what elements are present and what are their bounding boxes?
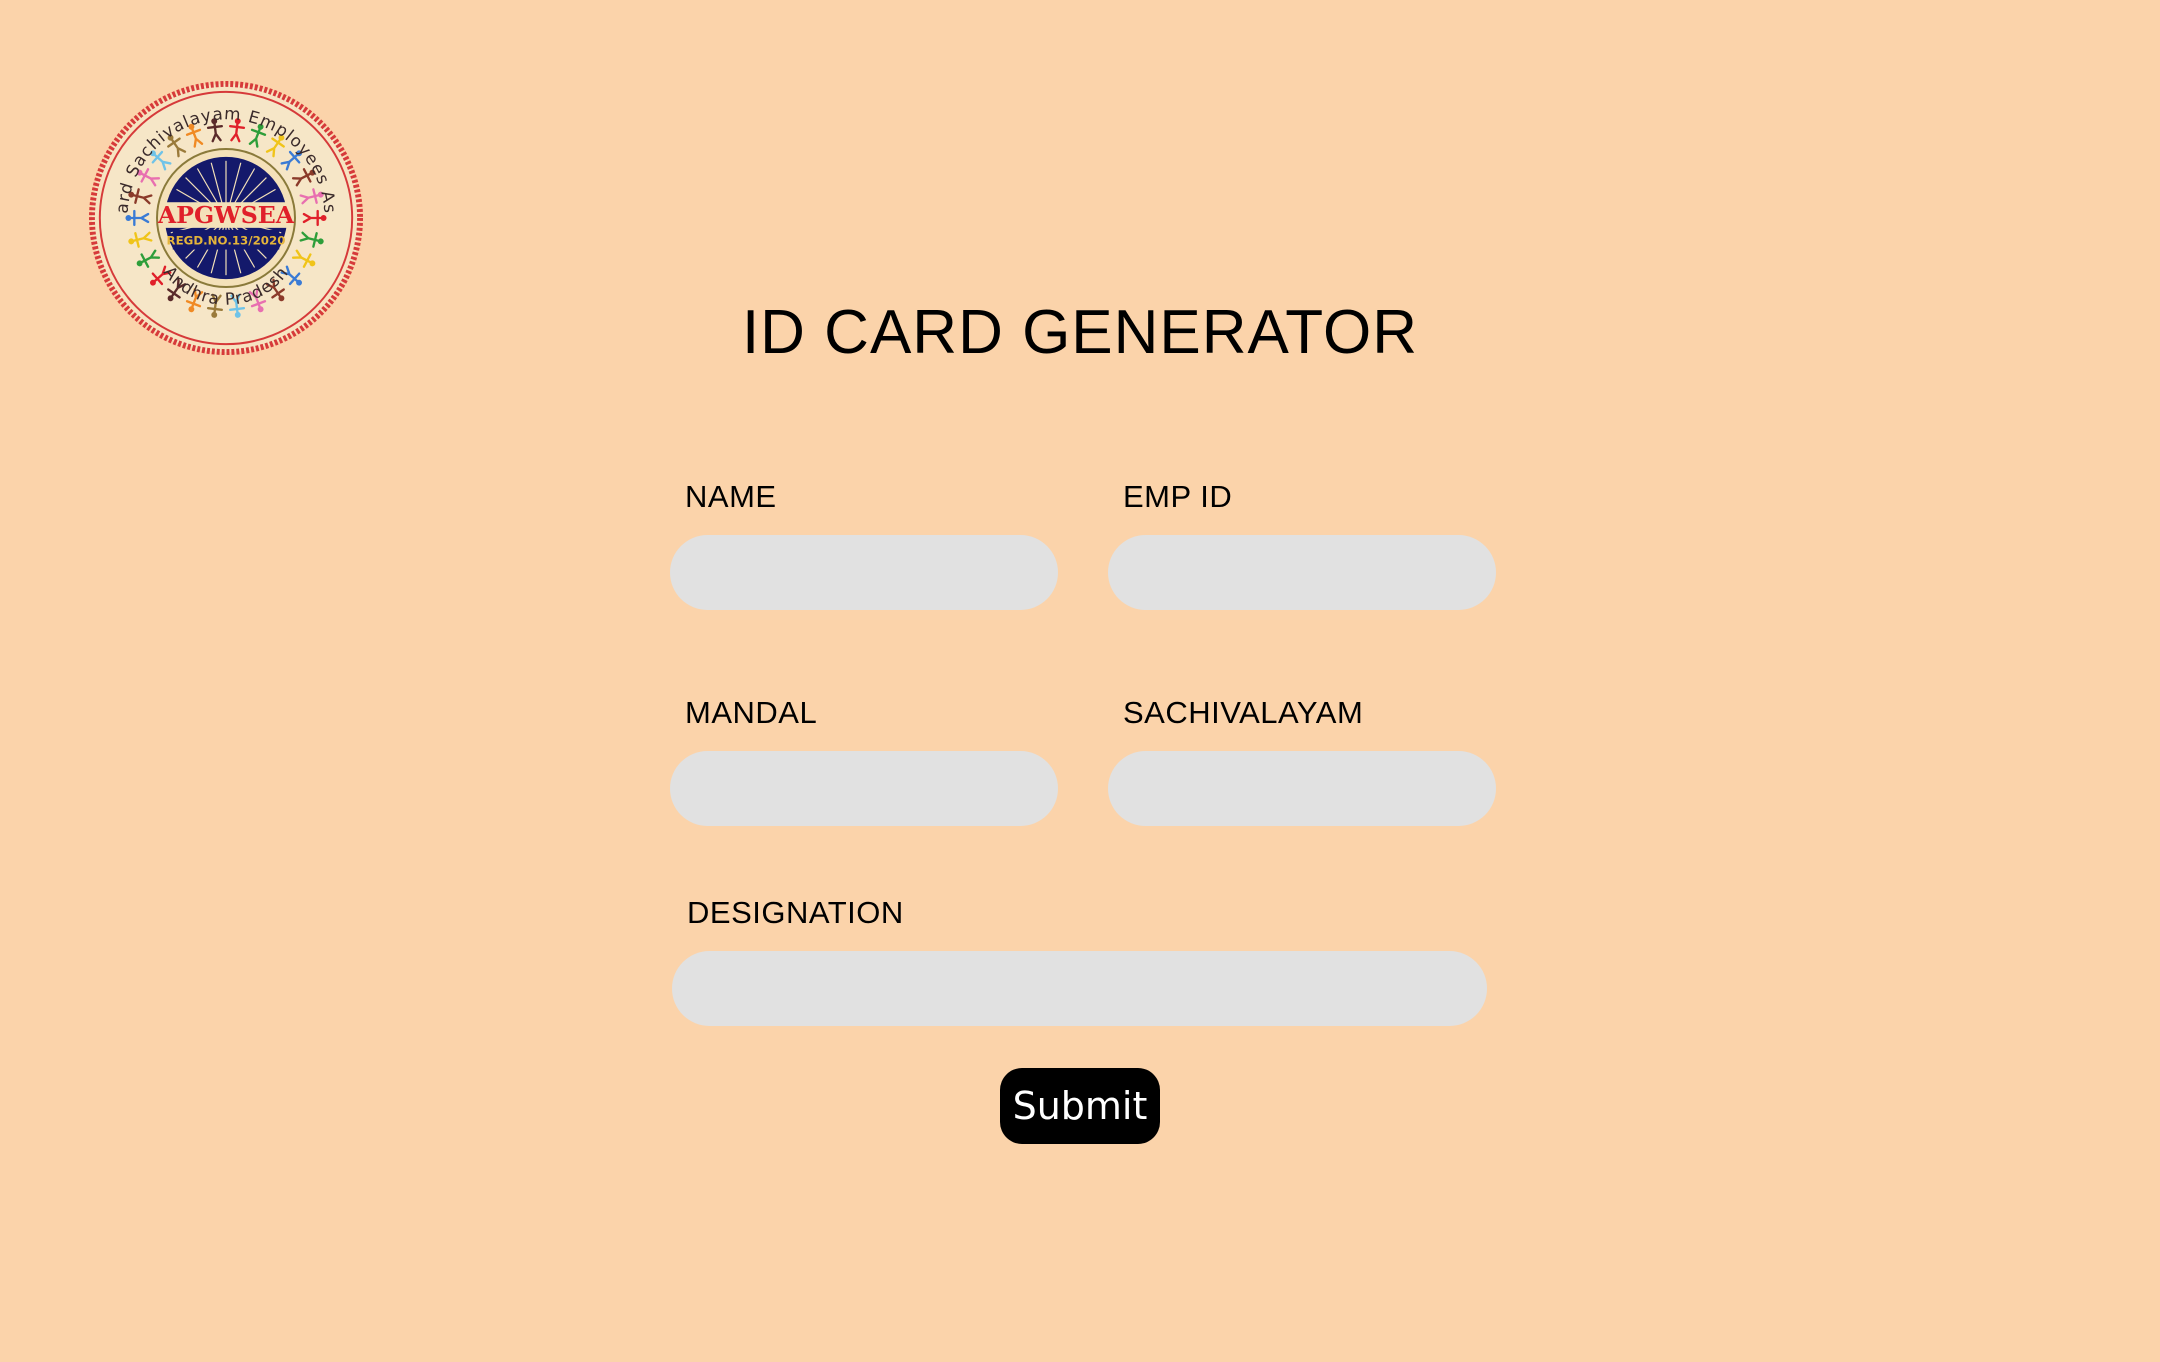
name-label: NAME: [685, 479, 777, 514]
designation-input[interactable]: [672, 951, 1487, 1026]
mandal-label: MANDAL: [685, 695, 818, 730]
mandal-field-group: MANDAL: [670, 695, 1058, 826]
sachivalayam-field-group: SACHIVALAYAM: [1108, 695, 1496, 826]
logo-center-text: APGWSEA: [157, 201, 295, 229]
sachivalayam-input[interactable]: [1108, 751, 1496, 826]
name-field-group: NAME: [670, 479, 1058, 610]
emp-id-input[interactable]: [1108, 535, 1496, 610]
emp-id-label: EMP ID: [1123, 479, 1233, 514]
emp-id-field-group: EMP ID: [1108, 479, 1496, 610]
page-title: ID CARD GENERATOR: [741, 298, 1419, 367]
name-input[interactable]: [670, 535, 1058, 610]
mandal-input[interactable]: [670, 751, 1058, 826]
designation-label: DESIGNATION: [687, 895, 904, 930]
sachivalayam-label: SACHIVALAYAM: [1123, 695, 1364, 730]
designation-field-group: DESIGNATION: [672, 895, 1487, 1026]
submit-button[interactable]: Submit: [1000, 1068, 1160, 1144]
logo-reg-text: REGD.NO.13/2020: [167, 234, 286, 248]
